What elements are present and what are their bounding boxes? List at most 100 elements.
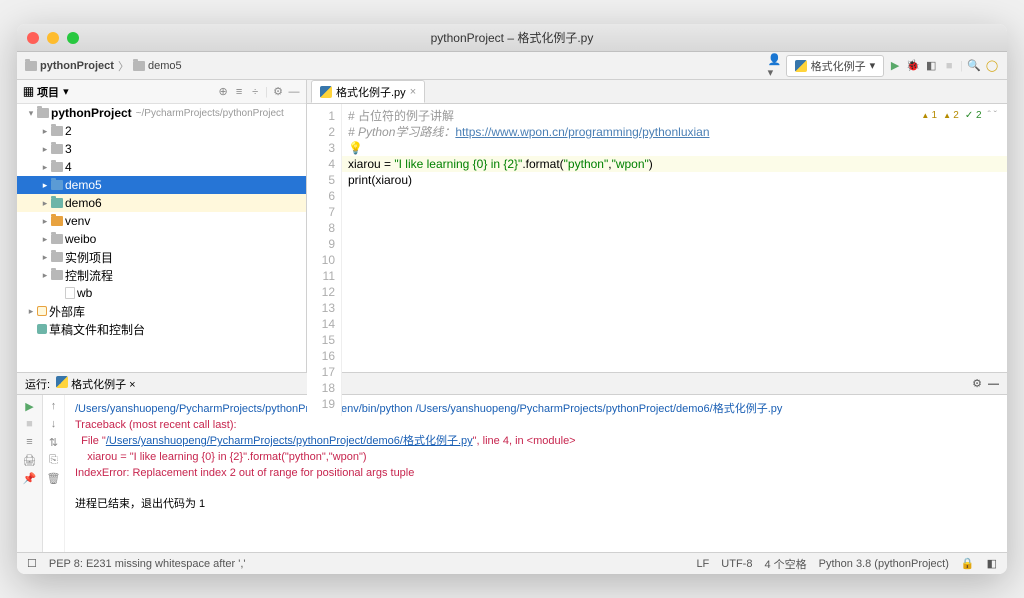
status-lf[interactable]: LF [696, 558, 709, 570]
search-button[interactable]: 🔍 [967, 59, 981, 73]
run-toolbar: ▶ ■ ≡ 🖨 📌 [17, 395, 43, 552]
tree-item[interactable]: ▸实例项目 [17, 248, 306, 266]
breadcrumb-folder[interactable]: demo5 [133, 60, 182, 72]
hide-icon[interactable]: — [288, 86, 300, 98]
tree-root[interactable]: ▾pythonProject~/PycharmProjects/pythonPr… [17, 104, 306, 122]
folder-icon [37, 108, 49, 118]
stop-button[interactable]: ■ [942, 59, 956, 73]
project-tree: ▾pythonProject~/PycharmProjects/pythonPr… [17, 104, 306, 372]
folder-icon [51, 216, 63, 226]
folder-icon [51, 162, 63, 172]
scratch-icon [37, 324, 47, 334]
status-message: PEP 8: E231 missing whitespace after ',' [49, 558, 246, 570]
breadcrumb: pythonProject 〉 demo5 [25, 58, 182, 74]
down-icon[interactable]: ↓ [47, 417, 61, 431]
export-icon[interactable]: ⎘ [47, 453, 61, 467]
toolbar: pythonProject 〉 demo5 👤▾ 格式化例子 ▾ ▶ 🐞 ◧ ■… [17, 52, 1007, 80]
locate-icon[interactable]: ⊕ [217, 86, 229, 98]
up-icon[interactable]: ↑ [47, 399, 61, 413]
project-panel-header: ▦ 项目 ▾ ⊕ ≡ ÷ | ⚙ — [17, 80, 306, 104]
folder-icon [25, 61, 37, 71]
status-interpreter[interactable]: Python 3.8 (pythonProject) [819, 558, 949, 570]
folder-icon [51, 144, 63, 154]
todo-icon[interactable]: ☐ [27, 557, 37, 570]
debug-button[interactable]: 🐞 [906, 59, 920, 73]
notifications-icon[interactable]: ◧ [987, 557, 997, 570]
tree-item[interactable]: ▸3 [17, 140, 306, 158]
stop-run-button[interactable]: ■ [23, 417, 37, 431]
maximize-window-button[interactable] [67, 32, 79, 44]
status-encoding[interactable]: UTF-8 [721, 558, 752, 570]
editor-tabs: 格式化例子.py× [307, 80, 1007, 104]
tree-item-libs[interactable]: ▸外部库 [17, 302, 306, 320]
user-icon[interactable]: 👤▾ [768, 59, 782, 73]
project-sidebar: ▦ 项目 ▾ ⊕ ≡ ÷ | ⚙ — ▾pythonProject~/Pycha… [17, 80, 307, 372]
editor-tab-active[interactable]: 格式化例子.py× [311, 80, 425, 103]
status-indent[interactable]: 4 个空格 [764, 556, 806, 572]
folder-icon [51, 198, 63, 208]
folder-icon [51, 252, 63, 262]
run-button[interactable]: ▶ [888, 59, 902, 73]
console-line: IndexError: Replacement index 2 out of r… [75, 467, 414, 479]
editor-pane: 格式化例子.py× 12345678910111213141516171819 … [307, 80, 1007, 372]
soft-wrap-icon[interactable]: ≡ [23, 435, 37, 449]
close-tab-icon[interactable]: × [410, 86, 416, 98]
project-view-selector[interactable]: ▦ 项目 ▾ [23, 84, 69, 100]
tree-item-scratch[interactable]: 草稿文件和控制台 [17, 320, 306, 338]
tree-item-selected[interactable]: ▸demo5 [17, 176, 306, 194]
python-icon [56, 376, 68, 388]
python-icon [795, 60, 807, 72]
coverage-button[interactable]: ◧ [924, 59, 938, 73]
bulb-icon[interactable]: 💡 [348, 141, 363, 155]
tree-item[interactable]: ▸4 [17, 158, 306, 176]
collapse-icon[interactable]: ÷ [249, 86, 261, 98]
breadcrumb-root[interactable]: pythonProject [25, 60, 114, 72]
library-icon [37, 306, 47, 316]
folder-icon [51, 126, 63, 136]
python-icon [320, 86, 332, 98]
run-config-tab[interactable]: 格式化例子 × [56, 376, 136, 392]
pin-icon[interactable]: 📌 [23, 471, 37, 485]
expand-icon[interactable]: ≡ [233, 86, 245, 98]
ai-button[interactable]: ◯ [985, 59, 999, 73]
close-window-button[interactable] [27, 32, 39, 44]
lock-icon[interactable]: 🔒 [961, 557, 975, 570]
inspection-badges[interactable]: 1 2 2 ˆ ˇ [921, 108, 997, 124]
tree-item[interactable]: ▸demo6 [17, 194, 306, 212]
console-output[interactable]: /Users/yanshuopeng/PycharmProjects/pytho… [65, 395, 1007, 552]
code-area[interactable]: 12345678910111213141516171819 1 2 2 ˆ ˇ … [307, 104, 1007, 416]
gear-icon[interactable]: ⚙ [272, 86, 284, 98]
console-line: File "/Users/yanshuopeng/PycharmProjects… [75, 435, 576, 447]
folder-icon [51, 234, 63, 244]
window-controls [27, 32, 79, 44]
line-gutter: 12345678910111213141516171819 [307, 104, 342, 416]
tree-item[interactable]: ▸2 [17, 122, 306, 140]
run-header-label: 运行: [25, 376, 50, 392]
console-exit: 进程已结束，退出代码为 1 [75, 498, 205, 510]
print-icon[interactable]: 🖨 [23, 453, 37, 467]
error-badge: 1 [921, 108, 937, 124]
window-title: pythonProject – 格式化例子.py [431, 29, 594, 46]
delete-icon[interactable]: 🗑 [47, 471, 61, 485]
ide-window: pythonProject – 格式化例子.py pythonProject 〉… [17, 24, 1007, 574]
tree-item[interactable]: wb [17, 284, 306, 302]
run-config-selector[interactable]: 格式化例子 ▾ [786, 55, 885, 77]
tree-item[interactable]: ▸weibo [17, 230, 306, 248]
tree-item[interactable]: ▸venv [17, 212, 306, 230]
console-line: Traceback (most recent call last): [75, 419, 237, 431]
folder-icon [133, 61, 145, 71]
folder-icon [51, 270, 63, 280]
chevron-right-icon: 〉 [118, 58, 129, 74]
code-content[interactable]: 1 2 2 ˆ ˇ # 占位符的例子讲解 # Python学习路线：https:… [342, 104, 1007, 416]
file-icon [65, 287, 75, 299]
filter-icon[interactable]: ⇅ [47, 435, 61, 449]
rerun-button[interactable]: ▶ [23, 399, 37, 413]
minimize-window-button[interactable] [47, 32, 59, 44]
warning-badge: 2 [943, 108, 959, 124]
traceback-link[interactable]: /Users/yanshuopeng/PycharmProjects/pytho… [106, 435, 473, 447]
tree-item[interactable]: ▸控制流程 [17, 266, 306, 284]
ok-badge: 2 [965, 108, 982, 124]
statusbar: ☐ PEP 8: E231 missing whitespace after '… [17, 552, 1007, 574]
run-nav-gutter: ↑ ↓ ⇅ ⎘ 🗑 [43, 395, 65, 552]
console-line: xiarou = "I like learning {0} in {2}".fo… [75, 451, 367, 463]
